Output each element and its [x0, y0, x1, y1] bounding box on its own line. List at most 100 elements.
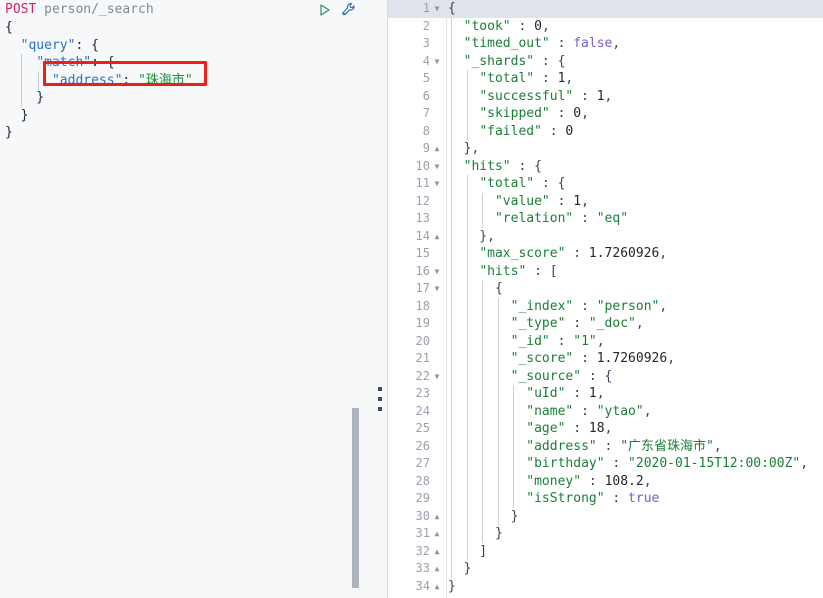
line-number: 32	[415, 543, 430, 558]
splitter-handle-dots[interactable]	[378, 387, 382, 411]
request-code-line: "match": {	[5, 54, 388, 72]
code-token: {	[5, 20, 13, 35]
line-gutter: 1 ▼	[388, 0, 446, 18]
fold-collapse-icon[interactable]: ▼	[432, 175, 442, 193]
fold-expand-icon[interactable]: ▲	[432, 140, 442, 158]
request-line[interactable]: POST person/_search	[5, 1, 154, 18]
code-text: }	[448, 525, 503, 543]
code-token: "address"	[51, 72, 123, 88]
code-token: : {	[91, 55, 115, 70]
request-scrollbar-thumb[interactable]	[352, 408, 359, 588]
code-token: "total"	[479, 71, 535, 86]
fold-collapse-icon[interactable]: ▼	[432, 368, 442, 386]
fold-expand-icon[interactable]: ▲	[432, 508, 442, 526]
code-token: :	[581, 473, 605, 489]
code-token: "relation"	[494, 211, 574, 226]
response-code-line: 31 ▲ }	[388, 525, 823, 543]
code-token: "person"	[596, 298, 660, 314]
line-gutter: 19	[388, 315, 446, 333]
request-actions	[317, 2, 357, 18]
code-token: "1"	[573, 333, 597, 349]
panel-splitter[interactable]	[374, 0, 388, 598]
fold-expand-icon[interactable]: ▲	[432, 525, 442, 543]
fold-expand-icon[interactable]: ▲	[432, 228, 442, 246]
request-body-editor[interactable]: { "query": { "match": { "address": "珠海市"…	[0, 19, 388, 598]
code-token: : {	[510, 158, 542, 174]
line-number: 25	[415, 421, 430, 435]
code-token: "timed_out"	[463, 36, 550, 51]
line-number: 10	[415, 158, 430, 173]
code-token: "query"	[20, 37, 76, 53]
code-token: }	[448, 526, 503, 541]
line-gutter: 10 ▼	[388, 158, 446, 176]
code-token: "max_score"	[479, 246, 566, 261]
code-token: "money"	[526, 473, 582, 489]
line-gutter: 28	[388, 473, 446, 491]
code-token: "uId"	[526, 386, 566, 401]
splitter-dot	[378, 407, 382, 411]
code-token: :	[565, 421, 589, 436]
code-token: "_score"	[510, 351, 574, 366]
response-code-line: 22 ▼ "_source" : {	[388, 367, 823, 386]
line-gutter: 13	[388, 210, 446, 228]
line-number: 33	[415, 561, 430, 575]
code-token: "total"	[479, 176, 535, 191]
code-token: :	[573, 298, 597, 314]
fold-collapse-icon[interactable]: ▼	[432, 0, 442, 18]
code-text: ]	[448, 543, 487, 561]
run-request-icon[interactable]	[317, 2, 333, 18]
response-code-line: 29 "isStrong" : true	[388, 490, 823, 508]
fold-collapse-icon[interactable]: ▼	[432, 53, 442, 71]
code-token: :	[565, 246, 589, 261]
code-token: },	[448, 141, 480, 156]
line-number: 1	[422, 1, 430, 15]
request-endpoint-path: person/_search	[44, 2, 154, 17]
response-code-line: 34 ▲}	[388, 578, 823, 596]
fold-collapse-icon[interactable]: ▼	[432, 263, 442, 281]
request-code-line: }	[5, 107, 388, 125]
line-gutter: 12	[388, 193, 446, 211]
fold-expand-icon[interactable]: ▲	[432, 560, 442, 578]
code-token: : {	[581, 368, 613, 384]
code-token: }	[5, 107, 29, 123]
request-editor-panel: POST person/_search { "query": { "match"…	[0, 0, 388, 598]
line-gutter: 14 ▲	[388, 228, 446, 246]
line-gutter: 26	[388, 438, 446, 456]
code-token: }	[448, 561, 472, 576]
line-gutter: 11 ▼	[388, 175, 446, 193]
code-token: ,	[612, 36, 621, 51]
request-code[interactable]: { "query": { "match": { "address": "珠海市"…	[0, 19, 388, 142]
code-text: },	[448, 140, 480, 158]
code-text: "_id" : "1",	[448, 333, 605, 351]
response-code-line: 13 "relation" : "eq"	[388, 210, 823, 228]
code-text: "failed" : 0	[448, 123, 573, 141]
response-code-line: 26 "address" : "广东省珠海市",	[388, 437, 823, 456]
code-text: "age" : 18,	[448, 420, 612, 438]
code-token: :	[604, 456, 629, 471]
request-endpoint	[36, 2, 44, 17]
line-gutter: 17 ▼	[388, 280, 446, 298]
code-token: ,	[643, 473, 652, 489]
code-token: "name"	[526, 403, 574, 419]
response-code-line: 6 "successful" : 1,	[388, 87, 823, 105]
fold-expand-icon[interactable]: ▲	[432, 543, 442, 561]
code-text: "hits" : [	[448, 263, 557, 281]
fold-collapse-icon[interactable]: ▼	[432, 158, 442, 176]
fold-collapse-icon[interactable]: ▼	[432, 280, 442, 298]
response-code[interactable]: 1 ▼{2 "took" : 0, 3 "timed_out" : false, 4 ▼…	[388, 0, 823, 598]
code-token: 1	[596, 88, 605, 104]
code-token: "_index"	[510, 298, 574, 314]
fold-expand-icon[interactable]: ▲	[432, 578, 442, 596]
request-scrollbar[interactable]	[352, 0, 360, 598]
line-number: 14	[415, 228, 430, 243]
code-token: : {	[75, 37, 99, 53]
code-text: {	[448, 0, 456, 18]
line-number: 19	[415, 316, 430, 330]
code-token: ]	[448, 543, 488, 559]
